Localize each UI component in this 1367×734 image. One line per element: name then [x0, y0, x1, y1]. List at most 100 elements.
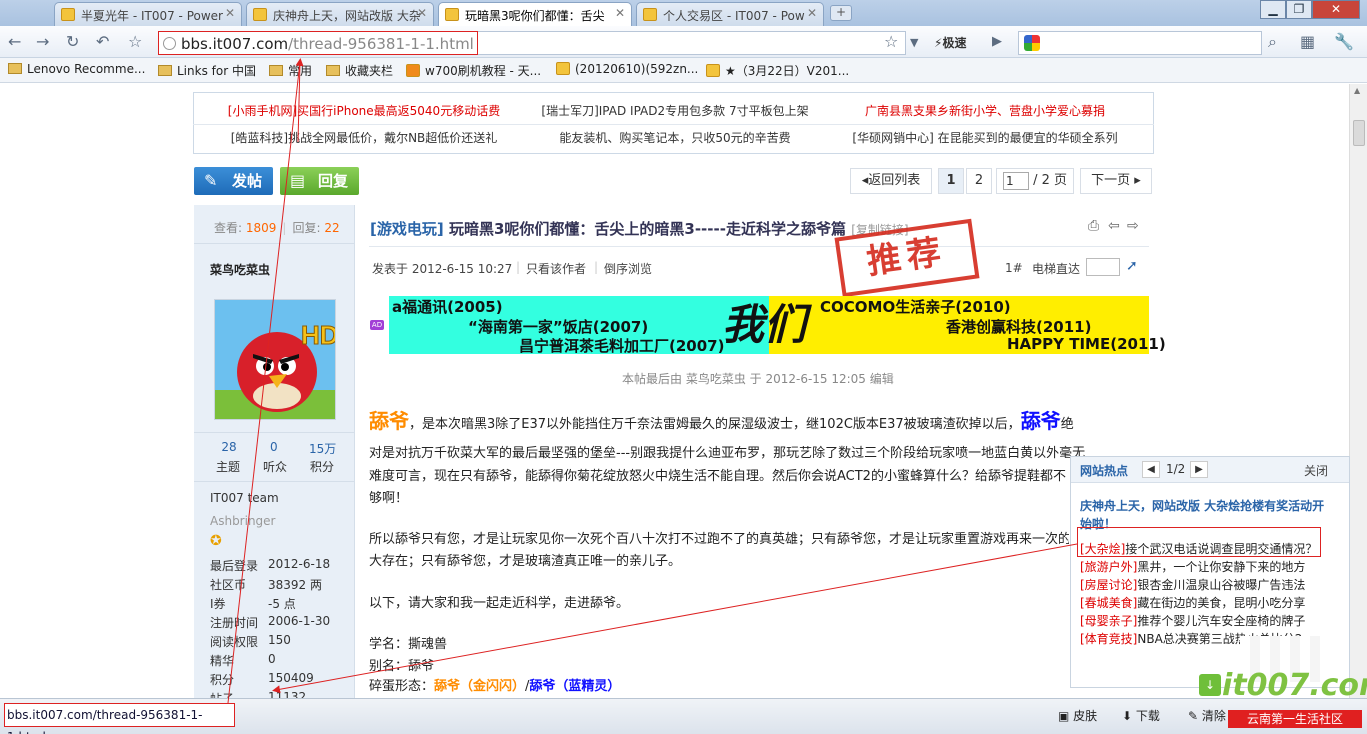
forward-icon[interactable]: → — [36, 32, 49, 52]
download-arrow-icon[interactable]: ↓ — [1199, 674, 1221, 696]
play-icon[interactable]: ▶ — [992, 32, 1002, 52]
new-tab-button[interactable]: + — [830, 5, 852, 21]
extensions-icon[interactable]: ▦ — [1300, 32, 1315, 52]
wrench-icon[interactable]: 🔧 — [1334, 32, 1354, 52]
hot-topic-category[interactable]: [旅游户外] — [1080, 560, 1137, 574]
ad-link[interactable]: [华硕网销中心] 在昆能买到的最便宜的华硕全系列 — [832, 125, 1138, 151]
close-icon[interactable]: ✕ — [615, 6, 625, 20]
ad-link[interactable]: [瑞士军刀]IPAD IPAD2专用包多款 7寸平板包上架 — [520, 98, 830, 124]
star-icon[interactable]: ☆ — [128, 32, 142, 52]
page-1-button[interactable]: 1 — [938, 168, 964, 194]
ad-link[interactable]: [小雨手机网]买国行iPhone最高返5040元移动话费 — [210, 98, 518, 124]
hot-topic-item[interactable]: [春城美食]藏在街边的美食，昆明小吃分享 — [1080, 594, 1320, 611]
post-date: 发表于 2012-6-15 10:27 — [372, 262, 513, 276]
button-label: 回复 — [318, 172, 349, 190]
prev-page-icon[interactable]: ◀ — [1142, 461, 1160, 478]
reverse-order-link[interactable]: 倒序浏览 — [604, 260, 652, 277]
hot-topic-item[interactable]: [旅游户外]黑井，一个让你安静下来的地方 — [1080, 558, 1320, 575]
tab-3-active[interactable]: 玩暗黑3呢你们都懂：舌尖 ✕ — [438, 2, 632, 26]
next-thread-icon[interactable]: ⇨ — [1127, 218, 1139, 234]
banner-text: 昌宁普洱茶毛料加工厂(2007) — [519, 337, 725, 355]
thread-category[interactable]: [游戏电玩] — [370, 220, 444, 238]
stat-value[interactable]: 15万 — [309, 440, 336, 457]
bookmark-0322[interactable]: ★（3月22日）V201... — [706, 62, 849, 79]
tab-4[interactable]: 个人交易区 - IT007 - Pow ✕ — [636, 2, 824, 26]
reply-button[interactable]: ▤ 回复 — [280, 167, 359, 195]
bookmark-w700[interactable]: w700刷机教程 - 天... — [406, 62, 541, 79]
close-icon[interactable]: ✕ — [417, 6, 427, 20]
avatar[interactable]: HD — [214, 299, 336, 420]
maximize-icon[interactable]: ❐ — [1286, 0, 1312, 19]
author-name[interactable]: 菜鸟吃菜虫 — [210, 261, 270, 278]
url-host: bbs.it007.com — [181, 35, 289, 53]
tab-2[interactable]: 庆神舟上天，网站改版 大杂 ✕ — [246, 2, 434, 26]
search-icon[interactable]: ⌕ — [1268, 32, 1277, 52]
prev-thread-icon[interactable]: ⇦ — [1108, 218, 1120, 234]
window-close-icon[interactable]: ✕ — [1312, 0, 1360, 19]
address-bar-tail[interactable] — [478, 31, 906, 55]
info-label: 积分 — [210, 673, 235, 687]
highlight-name: 舔爷（金闪闪） — [434, 679, 526, 694]
folder-icon — [158, 65, 172, 76]
undo-icon[interactable]: ↶ — [96, 32, 109, 52]
hot-topic-item[interactable]: [房屋讨论]银杏金川温泉山谷被曝广告违法 — [1080, 576, 1320, 593]
page-2-button[interactable]: 2 — [966, 168, 992, 194]
watermark-logo: it007.com — [1222, 668, 1367, 703]
search-input[interactable] — [1018, 31, 1262, 55]
only-author-link[interactable]: 只看该作者 — [526, 260, 586, 277]
post-paragraph: 学名：撕魂兽 — [369, 637, 448, 652]
hot-topic-category[interactable]: [母婴亲子] — [1080, 614, 1137, 628]
stat-value[interactable]: 0 — [270, 440, 278, 454]
post-paragraph: 碎蛋形态：舔爷（金闪闪）/舔爷（蓝精灵） — [369, 675, 620, 694]
scroll-thumb[interactable] — [1353, 120, 1365, 146]
print-icon[interactable]: ⎙ — [1088, 218, 1099, 234]
bookmark-star-icon[interactable]: ☆ — [884, 32, 898, 52]
download-button[interactable]: ⬇ 下载 — [1122, 707, 1160, 724]
stat-label: 积分 — [310, 460, 335, 474]
next-page-icon[interactable]: ▶ — [1190, 461, 1208, 478]
hot-topic-text: 银杏金川温泉山谷被曝广告违法 — [1137, 578, 1306, 592]
stat-value[interactable]: 28 — [220, 440, 238, 454]
hot-topic-category[interactable]: [房屋讨论] — [1080, 578, 1137, 592]
back-to-list-button[interactable]: ◂返回列表 — [850, 168, 932, 194]
info-label: I券 — [210, 597, 226, 611]
bookmark-label: 收藏夹栏 — [345, 64, 394, 78]
close-popup-button[interactable]: 关闭 — [1304, 462, 1328, 479]
bookmark-20120610[interactable]: (20120610)(592zn... — [556, 62, 698, 76]
minimize-icon[interactable]: ▁ — [1260, 0, 1286, 19]
close-icon[interactable]: ✕ — [807, 6, 817, 20]
bookmark-lenovo[interactable]: Lenovo Recomme... — [8, 62, 145, 76]
tab-label: 玩暗黑3呢你们都懂：舌尖 — [465, 9, 605, 23]
elevator-input[interactable] — [1086, 258, 1120, 276]
close-icon[interactable]: ✕ — [225, 6, 235, 20]
scroll-up-icon[interactable]: ▲ — [1354, 86, 1360, 95]
next-page-button[interactable]: 下一页 ▸ — [1080, 168, 1152, 194]
ad-link[interactable]: 广南县黑支果乡新街小学、营盘小学爱心募捐 — [832, 98, 1138, 124]
back-icon[interactable]: ← — [8, 32, 21, 52]
ad-link[interactable]: [皓蓝科技]挑战全网最低价，戴尔NB超低价还送礼 — [210, 125, 518, 151]
new-post-button[interactable]: ✎ 发帖 — [194, 167, 273, 195]
ad-link[interactable]: 能友装机、购买笔记本，只收50元的辛苦费 — [520, 125, 830, 151]
post-paragraph: 舔爷，是本次暗黑3除了E37以外能挡住万千奈法雷姆最久的屎湿级波士，继102C版… — [369, 405, 1129, 434]
bookmark-links[interactable]: Links for 中国 — [158, 62, 256, 79]
speed-mode-button[interactable]: ⚡极速 — [934, 34, 966, 51]
replies-label: 回复: — [292, 221, 321, 235]
bookmark-common[interactable]: 常用 — [269, 62, 312, 79]
go-arrow-icon[interactable]: ➚ — [1126, 258, 1138, 274]
dropdown-icon[interactable]: ▼ — [910, 33, 918, 53]
hot-topics-title: 网站热点 — [1080, 464, 1129, 478]
page-jump-input[interactable]: 1 — [1003, 171, 1029, 190]
download-label: 下载 — [1135, 709, 1160, 723]
hot-topic-item[interactable]: [母婴亲子]推荐个婴儿汽车安全座椅的牌子 — [1080, 612, 1320, 629]
scrollbar[interactable]: ▲ — [1349, 84, 1367, 698]
skin-button[interactable]: ▣ 皮肤 — [1058, 707, 1097, 724]
highlight-name: 舔爷 — [369, 409, 409, 433]
hot-topic-category[interactable]: [体育竞技] — [1080, 632, 1137, 646]
tab-1[interactable]: 半夏光年 - IT007 - Power ✕ — [54, 2, 242, 26]
reload-icon[interactable]: ↻ — [66, 32, 79, 52]
hot-topic-category[interactable]: [春城美食] — [1080, 596, 1137, 610]
info-value: 0 — [268, 652, 276, 666]
bookmark-favorites[interactable]: 收藏夹栏 — [326, 62, 393, 79]
clean-button[interactable]: ✎ 清除 — [1188, 707, 1226, 724]
address-bar[interactable]: bbs.it007.com/thread-956381-1-1.html — [158, 31, 478, 55]
